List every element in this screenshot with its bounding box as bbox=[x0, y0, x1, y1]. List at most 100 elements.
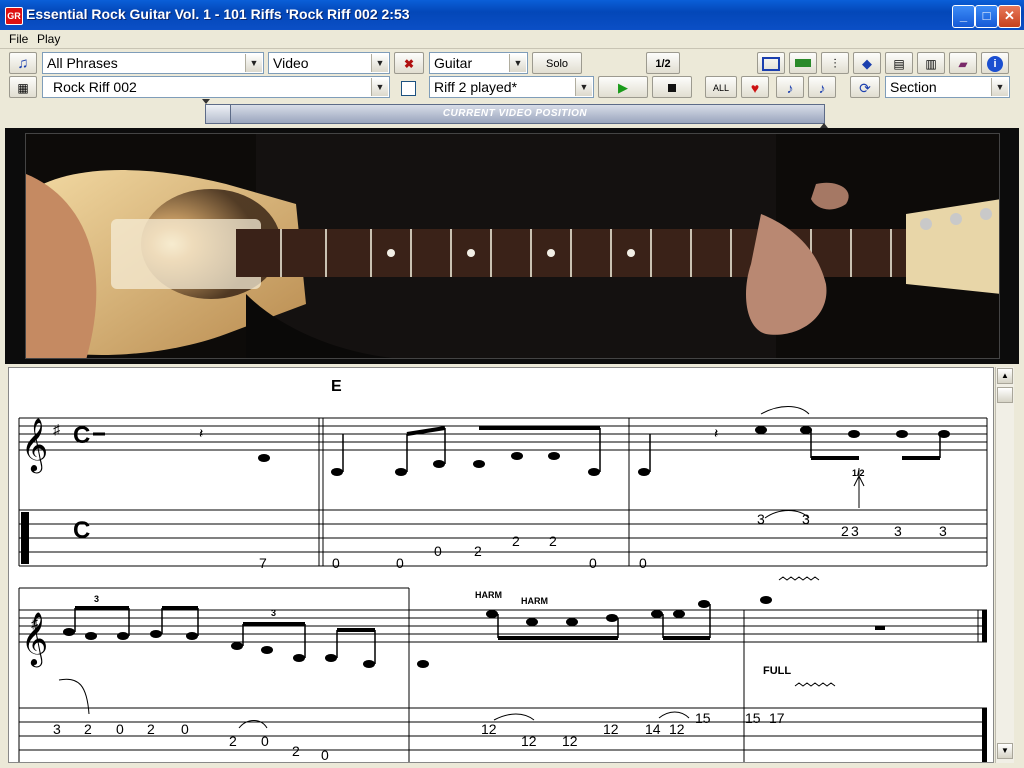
tab-fret: 0 bbox=[434, 543, 442, 559]
menu-file[interactable]: File bbox=[9, 32, 28, 46]
tab-fret: 15 bbox=[745, 710, 761, 726]
vertical-scrollbar[interactable]: ▲ ▼ bbox=[995, 367, 1014, 763]
riff-select[interactable]: Riff 2 played* ▼ bbox=[429, 76, 594, 98]
tag-button[interactable]: ◆ bbox=[853, 52, 881, 74]
svg-text:𝄽: 𝄽 bbox=[199, 425, 203, 441]
tuplet-label: 3 bbox=[271, 608, 276, 618]
section-select-value: Section bbox=[890, 79, 937, 95]
layout-button[interactable]: ▥ bbox=[917, 52, 945, 74]
video-frame[interactable] bbox=[25, 133, 1000, 359]
app-icon[interactable]: GR bbox=[5, 7, 23, 25]
video-position-label: CURRENT VIDEO POSITION bbox=[442, 108, 588, 119]
chevron-down-icon[interactable]: ▼ bbox=[371, 54, 388, 72]
half-speed-button[interactable]: 1/2 bbox=[646, 52, 680, 74]
chevron-down-icon[interactable]: ▼ bbox=[509, 54, 526, 72]
mute-button[interactable]: ✖ bbox=[394, 52, 424, 74]
layout-icon: ▥ bbox=[925, 57, 937, 71]
tab-fret: 12 bbox=[521, 733, 537, 749]
chevron-down-icon[interactable]: ▼ bbox=[371, 78, 388, 96]
loop-icon: ⟳ bbox=[859, 80, 871, 96]
tab-fret: 2 bbox=[549, 533, 557, 549]
song-select[interactable]: Rock Riff 002 ▼ bbox=[42, 76, 390, 98]
svg-text:♯: ♯ bbox=[53, 421, 61, 437]
scroll-down-button[interactable]: ▼ bbox=[997, 743, 1013, 759]
tab-fret: 15 bbox=[695, 710, 711, 726]
note-arrow-icon: ♪ bbox=[818, 80, 826, 96]
view-select-value: Video bbox=[273, 55, 309, 71]
instrument-select-value: Guitar bbox=[434, 55, 473, 71]
favorite-button[interactable]: ♥ bbox=[741, 76, 769, 98]
tab-fret: 2 bbox=[84, 721, 92, 737]
mixer-button[interactable]: ⫶ bbox=[821, 52, 849, 74]
mute-icon: ✖ bbox=[403, 57, 415, 71]
tab-fret: 2 bbox=[512, 533, 520, 549]
mixer-icon: ⫶ bbox=[833, 56, 837, 71]
scroll-thumb[interactable] bbox=[997, 387, 1013, 403]
phrase-select-value: All Phrases bbox=[47, 55, 118, 71]
tab-fret: 3 bbox=[802, 511, 810, 527]
tab-fret: 7 bbox=[259, 555, 267, 571]
monitor-button[interactable] bbox=[757, 52, 785, 74]
tab-fret: 12 bbox=[562, 733, 578, 749]
loop-checkbox[interactable] bbox=[401, 81, 416, 96]
chevron-down-icon[interactable]: ▼ bbox=[245, 54, 262, 72]
tab-fret: 0 bbox=[321, 747, 329, 762]
tab-view-button[interactable]: ▦ bbox=[9, 76, 37, 98]
stop-icon bbox=[668, 84, 676, 92]
view-select[interactable]: Video ▼ bbox=[268, 52, 390, 74]
notation-score[interactable]: 𝄞 𝄞 ♯ ♯ C C E 𝄽 𝄽 7 0 0 0 2 2 2 0 0 3 3 … bbox=[8, 367, 994, 763]
riff-select-value: Riff 2 played* bbox=[434, 79, 518, 95]
note-next-button[interactable]: ♪ bbox=[808, 76, 836, 98]
notation-button[interactable]: ♫ bbox=[9, 52, 37, 74]
note-arrow-icon: ♪ bbox=[786, 80, 794, 96]
tab-fret: 2 bbox=[147, 721, 155, 737]
chevron-down-icon[interactable]: ▼ bbox=[991, 78, 1008, 96]
info-icon: i bbox=[987, 56, 1003, 72]
book-button[interactable]: ▰ bbox=[949, 52, 977, 74]
all-button[interactable]: ALL bbox=[705, 76, 737, 98]
print-button[interactable]: ▤ bbox=[885, 52, 913, 74]
loop-button[interactable]: ⟳ bbox=[850, 76, 880, 98]
maximize-button[interactable]: □ bbox=[975, 5, 998, 28]
monitor-icon bbox=[762, 57, 780, 71]
instrument-select[interactable]: Guitar ▼ bbox=[429, 52, 528, 74]
tab-fret: 0 bbox=[396, 555, 404, 571]
menu-bar: File Play bbox=[0, 30, 1024, 49]
stop-button[interactable] bbox=[652, 76, 692, 98]
printer-icon: ▤ bbox=[893, 57, 905, 71]
tab-fret: 3 bbox=[894, 523, 902, 539]
scroll-up-button[interactable]: ▲ bbox=[997, 368, 1013, 384]
phrase-select[interactable]: All Phrases ▼ bbox=[42, 52, 264, 74]
bend-full-label: FULL bbox=[763, 665, 791, 677]
guitar-video-image bbox=[26, 134, 999, 358]
tab-fret: 0 bbox=[589, 555, 597, 571]
video-position-slider[interactable]: CURRENT VIDEO POSITION bbox=[205, 104, 825, 124]
song-select-value: Rock Riff 002 bbox=[53, 79, 137, 95]
tab-fret: 12 bbox=[669, 721, 685, 737]
section-select[interactable]: Section ▼ bbox=[885, 76, 1010, 98]
window-title: Essential Rock Guitar Vol. 1 - 101 Riffs… bbox=[26, 6, 410, 22]
tab-fret: 12 bbox=[481, 721, 497, 737]
tab-fret: 3 bbox=[939, 523, 947, 539]
rehearsal-mark: E bbox=[331, 378, 342, 395]
bend-label: 1/2 bbox=[852, 468, 865, 478]
time-signature: C bbox=[73, 422, 90, 449]
solo-button[interactable]: Solo bbox=[532, 52, 582, 74]
tab-fret: 0 bbox=[639, 555, 647, 571]
tab-fret: 2 bbox=[474, 543, 482, 559]
tab-fret: 2 bbox=[292, 743, 300, 759]
midi-icon bbox=[795, 59, 811, 67]
midi-button[interactable] bbox=[789, 52, 817, 74]
minimize-button[interactable]: _ bbox=[952, 5, 975, 28]
tab-fret: 3 bbox=[53, 721, 61, 737]
close-button[interactable]: ✕ bbox=[998, 5, 1021, 28]
play-icon: ▶ bbox=[618, 80, 628, 95]
tab-fret: 0 bbox=[261, 733, 269, 749]
treble-clef: 𝄞 bbox=[21, 417, 48, 473]
note-prev-button[interactable]: ♪ bbox=[776, 76, 804, 98]
play-button[interactable]: ▶ bbox=[598, 76, 648, 98]
info-button[interactable]: i bbox=[981, 52, 1009, 74]
tag-icon: ◆ bbox=[862, 56, 872, 71]
chevron-down-icon[interactable]: ▼ bbox=[575, 78, 592, 96]
menu-play[interactable]: Play bbox=[37, 32, 60, 46]
